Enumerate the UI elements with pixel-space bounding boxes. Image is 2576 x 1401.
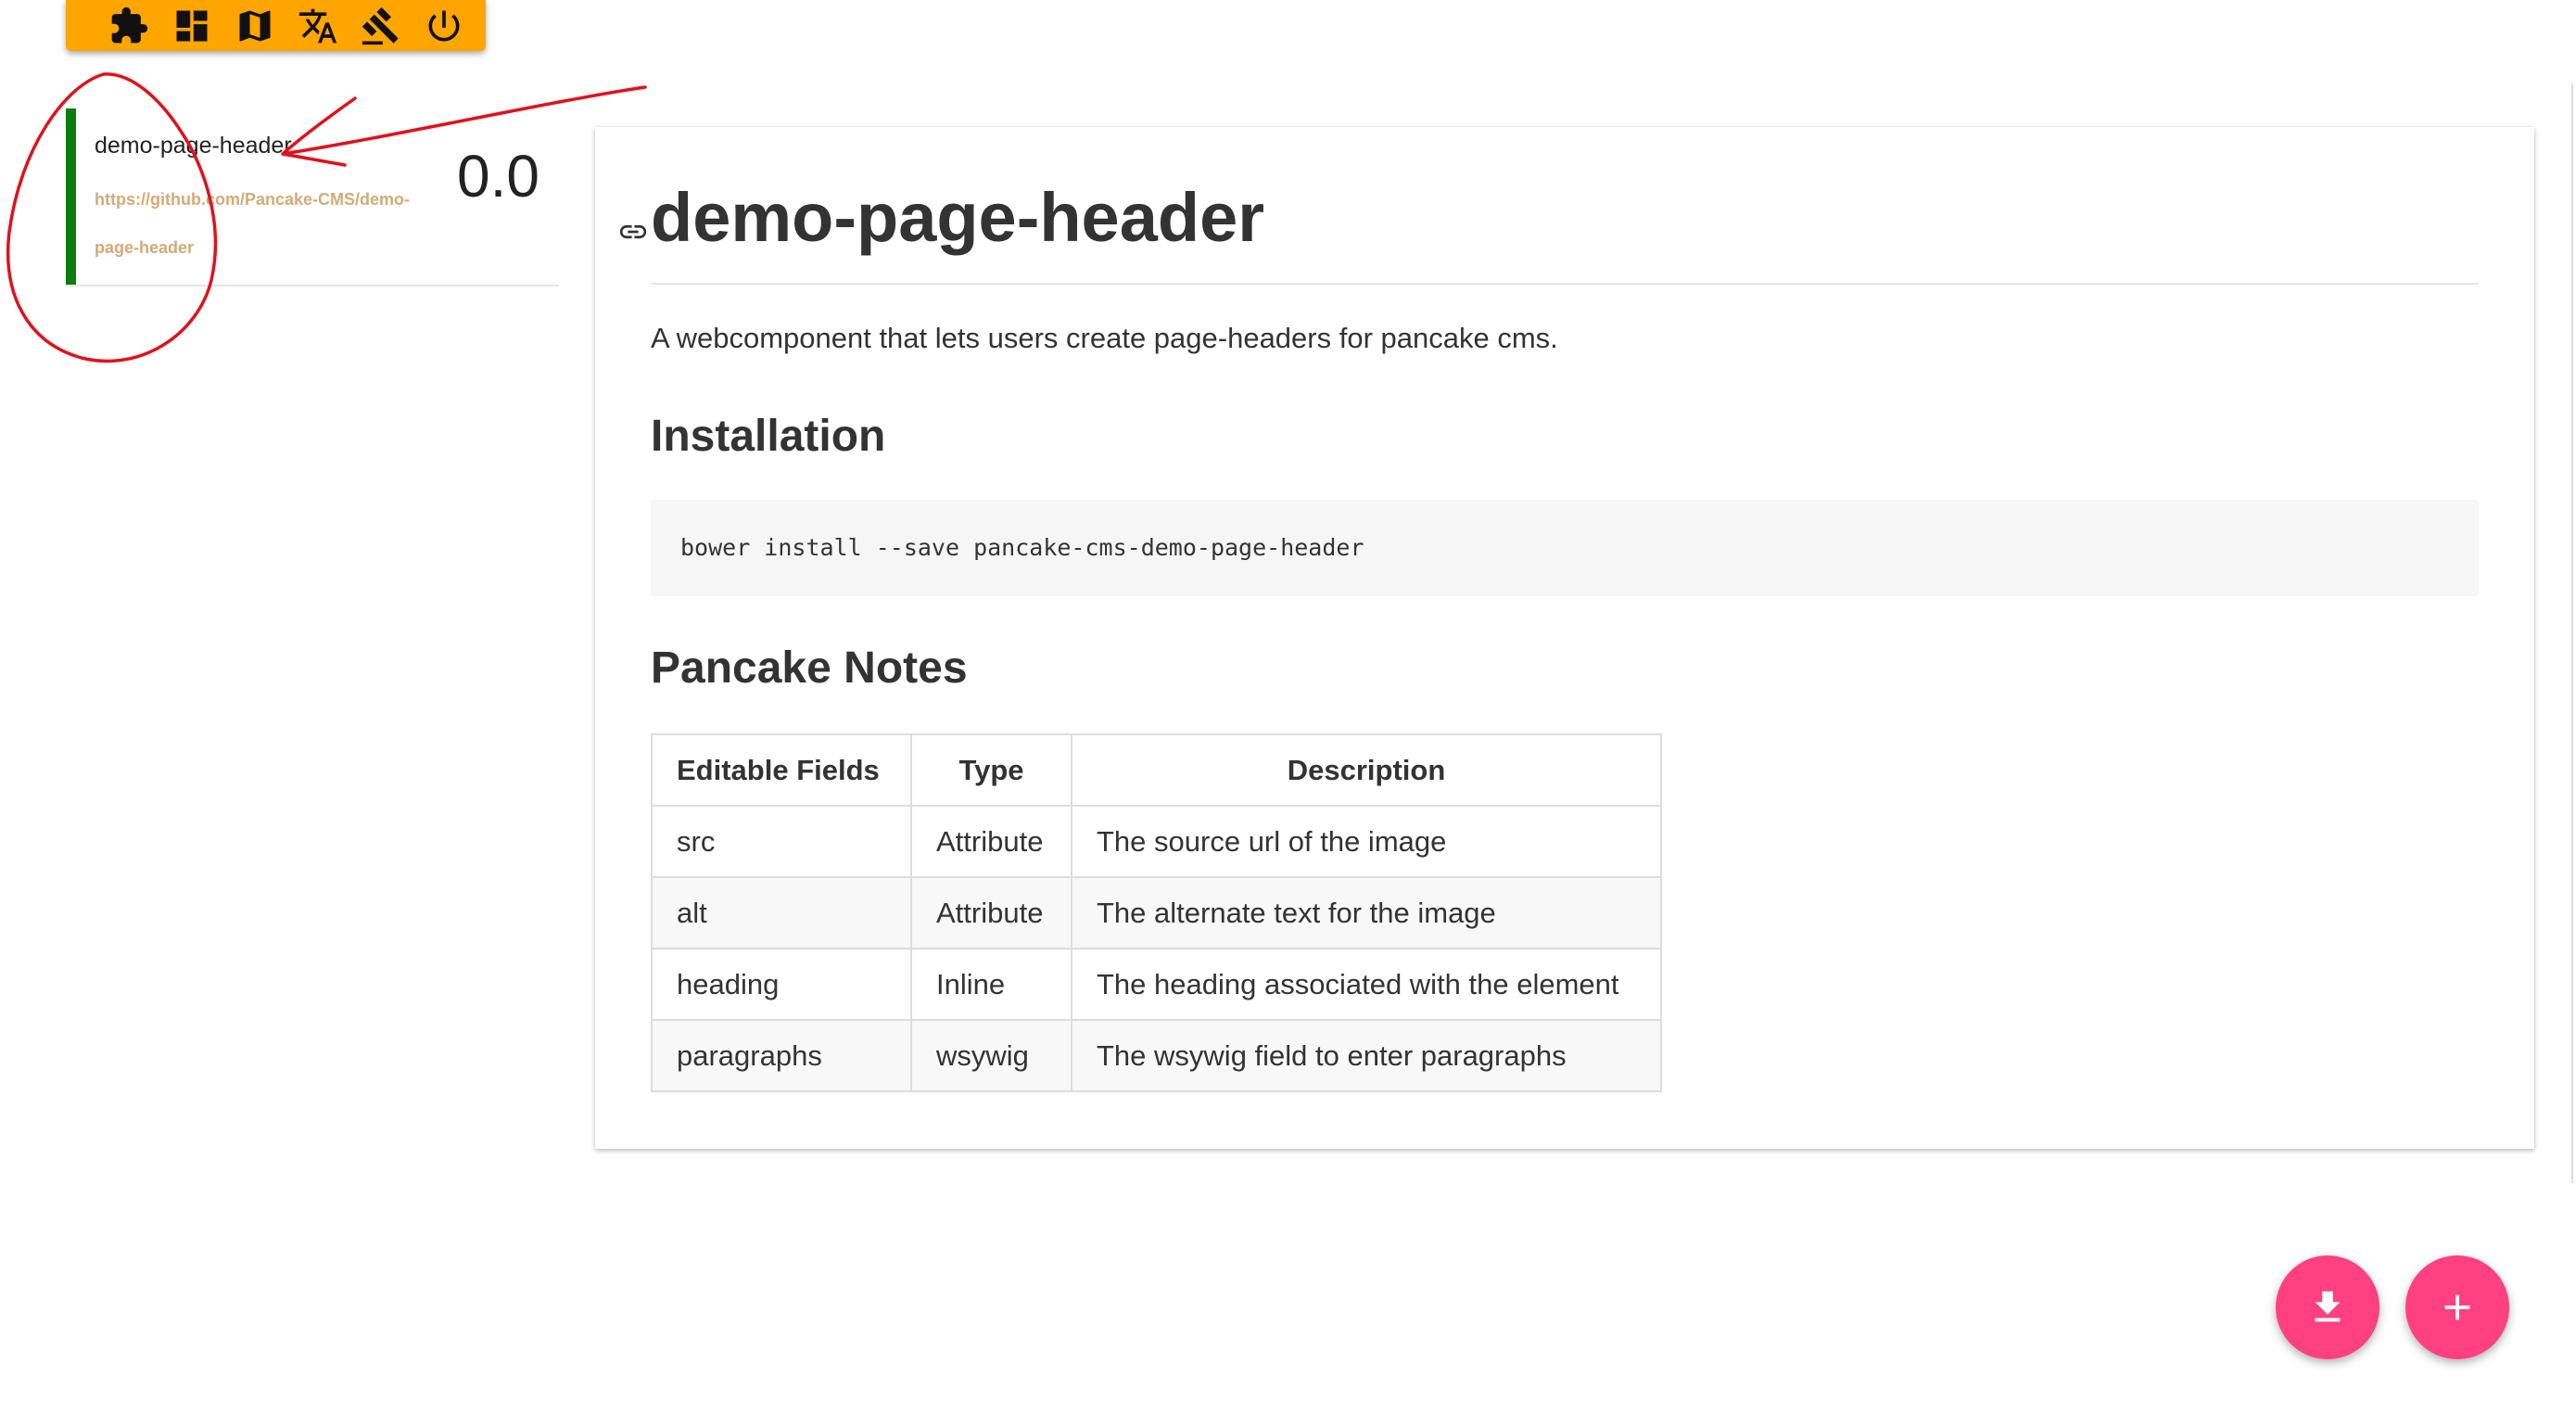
translate-icon — [298, 8, 337, 43]
table-cell: alt — [651, 876, 912, 949]
dashboard-icon — [176, 10, 208, 41]
table-cell: src — [651, 805, 912, 878]
download-icon — [2315, 1291, 2341, 1322]
install-command: bower install --save pancake-cms-demo-pa… — [680, 534, 1364, 561]
element-repo-link-line-1: https://github.com/Pancake-CMS/demo- — [95, 190, 411, 209]
column-header-type: Type — [910, 733, 1072, 807]
map-button[interactable] — [234, 5, 276, 47]
table-cell: The heading associated with the element — [1071, 948, 1662, 1021]
table-row: src Attribute The source url of the imag… — [651, 805, 1662, 878]
table-cell: paragraphs — [651, 1019, 912, 1092]
element-name: demo-page-header — [95, 133, 292, 159]
table-cell: Attribute — [910, 876, 1072, 949]
gavel-button[interactable] — [360, 5, 402, 47]
page-scrollbar[interactable] — [2571, 83, 2573, 1183]
pancake-notes-table: Editable Fields Type Description src Att… — [651, 733, 1662, 1092]
elements-button[interactable] — [108, 5, 150, 47]
installation-heading: Installation — [651, 412, 886, 461]
readme-description: A webcomponent that lets users create pa… — [651, 322, 1558, 354]
element-repo-link[interactable]: https://github.com/Pancake-CMS/demo- pag… — [95, 175, 484, 272]
table-cell: heading — [651, 948, 912, 1021]
table-row: paragraphs wsywig The wsywig field to en… — [651, 1019, 1662, 1092]
table-row: alt Attribute The alternate text for the… — [651, 876, 1662, 949]
table-cell: Attribute — [910, 805, 1072, 878]
power-button[interactable] — [423, 5, 465, 47]
table-cell: The wsywig field to enter paragraphs — [1071, 1019, 1662, 1092]
column-header-description: Description — [1071, 733, 1662, 807]
table-cell: The source url of the image — [1071, 805, 1662, 878]
pancake-notes-heading: Pancake Notes — [651, 643, 968, 693]
translate-button[interactable] — [297, 5, 339, 47]
table-cell: Inline — [910, 948, 1072, 1021]
power-icon — [428, 10, 460, 41]
table-header-row: Editable Fields Type Description — [651, 733, 1662, 807]
top-toolbar — [66, 0, 486, 51]
install-code-block: bower install --save pancake-cms-demo-pa… — [651, 500, 2479, 596]
dashboard-button[interactable] — [171, 5, 213, 47]
title-divider — [651, 283, 2479, 285]
page: demo-page-header https://github.com/Panc… — [0, 0, 2576, 1401]
map-icon — [239, 10, 271, 41]
table-cell: The alternate text for the image — [1071, 876, 1662, 949]
column-header-fields: Editable Fields — [651, 733, 912, 807]
gavel-icon — [362, 6, 399, 45]
status-indicator — [66, 108, 76, 285]
link-anchor-icon[interactable] — [617, 216, 649, 248]
puzzle-icon — [111, 6, 148, 43]
element-repo-link-line-2: page-header — [95, 238, 195, 257]
add-button[interactable] — [2405, 1255, 2509, 1359]
readme-title: demo-page-header — [651, 179, 1265, 256]
table-cell: wsywig — [910, 1019, 1072, 1092]
element-version: 0.0 — [457, 143, 539, 210]
table-row: heading Inline The heading associated wi… — [651, 948, 1662, 1021]
download-button[interactable] — [2276, 1255, 2379, 1359]
element-list-item[interactable]: demo-page-header https://github.com/Panc… — [66, 108, 559, 287]
readme-card: demo-page-header A webcomponent that let… — [595, 127, 2534, 1149]
plus-icon — [2444, 1294, 2470, 1320]
